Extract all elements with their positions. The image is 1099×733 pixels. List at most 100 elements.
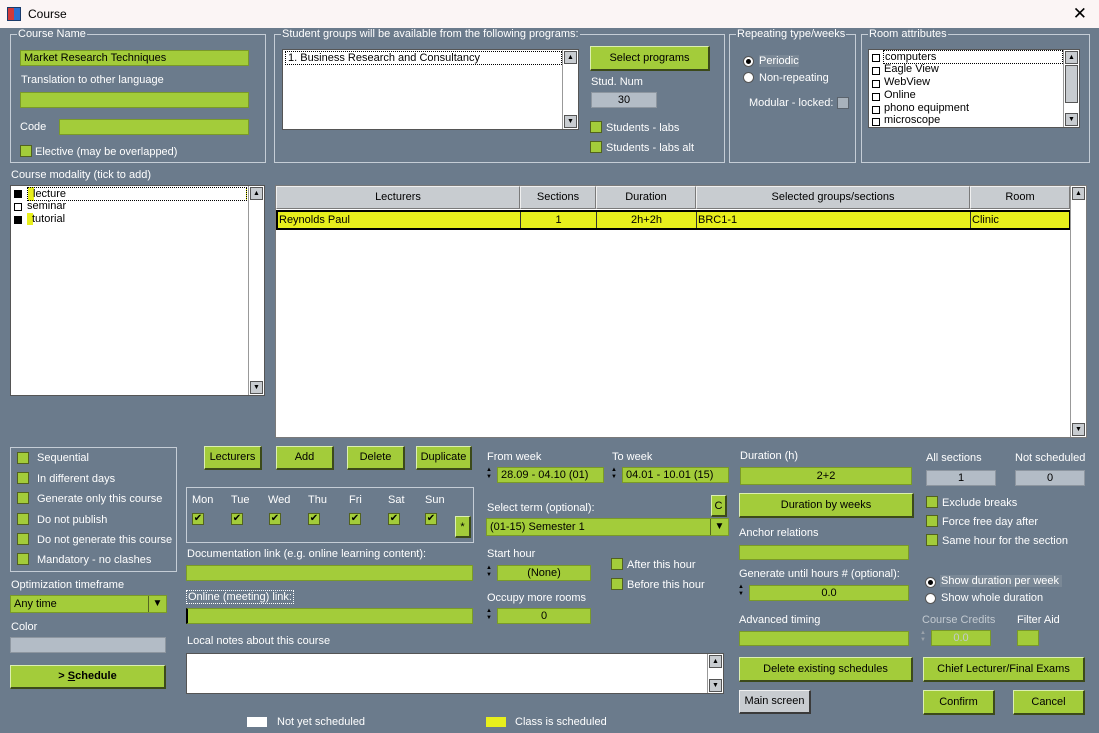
- lecturers-button[interactable]: Lecturers: [204, 446, 262, 470]
- students-labs-checkbox[interactable]: [590, 121, 602, 133]
- table-cell[interactable]: Reynolds Paul: [278, 212, 521, 228]
- lecturers-table[interactable]: Lecturers Sections Duration Selected gro…: [275, 185, 1087, 438]
- table-cell[interactable]: Clinic: [971, 212, 1069, 228]
- modular-checkbox[interactable]: [837, 97, 849, 109]
- code-input[interactable]: [59, 119, 249, 135]
- checkbox-icon[interactable]: [14, 203, 22, 211]
- checkbox-icon[interactable]: [14, 190, 22, 198]
- list-item[interactable]: Online: [884, 89, 916, 101]
- checkbox-icon[interactable]: [872, 67, 880, 75]
- elective-checkbox[interactable]: [20, 145, 32, 157]
- column-header[interactable]: Duration: [596, 186, 696, 209]
- students-labs-alt-checkbox[interactable]: [590, 141, 602, 153]
- occupy-rooms-input[interactable]: 0: [497, 608, 591, 624]
- optimization-select[interactable]: Any time ▼: [10, 595, 167, 613]
- checkbox-icon[interactable]: [872, 54, 880, 62]
- generate-until-input[interactable]: 0.0: [749, 585, 909, 601]
- to-week-spinner[interactable]: ▲ ▼: [611, 467, 619, 481]
- duplicate-button[interactable]: Duplicate: [416, 446, 472, 470]
- chief-lecturer-button[interactable]: Chief Lecturer/Final Exams: [923, 657, 1085, 682]
- do-not-publish-checkbox[interactable]: [17, 513, 29, 525]
- list-item[interactable]: Eagle View: [884, 63, 939, 75]
- list-item[interactable]: tutorial: [27, 213, 66, 225]
- checkbox-icon[interactable]: [872, 80, 880, 88]
- scroll-up-icon[interactable]: ▲: [1072, 187, 1085, 200]
- schedule-button[interactable]: > Schedule: [10, 665, 166, 689]
- day-checkbox[interactable]: ✔: [231, 513, 243, 525]
- checkbox-icon[interactable]: [872, 118, 880, 126]
- day-checkbox[interactable]: ✔: [192, 513, 204, 525]
- start-hour-input[interactable]: (None): [497, 565, 591, 581]
- exclude-breaks-checkbox[interactable]: [926, 496, 938, 508]
- term-c-button[interactable]: C: [711, 495, 727, 517]
- checkbox-icon[interactable]: [872, 93, 880, 101]
- all-days-button[interactable]: *: [455, 516, 471, 538]
- different-days-checkbox[interactable]: [17, 472, 29, 484]
- force-free-day-checkbox[interactable]: [926, 515, 938, 527]
- list-item[interactable]: microscope: [884, 114, 940, 126]
- table-cell[interactable]: 1: [521, 212, 597, 228]
- list-item[interactable]: seminar: [27, 200, 66, 212]
- scroll-up-icon[interactable]: ▲: [1065, 51, 1078, 64]
- table-cell[interactable]: 2h+2h: [597, 212, 697, 228]
- scroll-down-icon[interactable]: ▼: [709, 679, 722, 692]
- color-picker[interactable]: [10, 637, 166, 653]
- scroll-up-icon[interactable]: ▲: [250, 187, 263, 200]
- occupy-rooms-spinner[interactable]: ▲ ▼: [486, 608, 494, 622]
- scroll-down-icon[interactable]: ▼: [1065, 113, 1078, 126]
- day-checkbox[interactable]: ✔: [425, 513, 437, 525]
- day-checkbox[interactable]: ✔: [349, 513, 361, 525]
- notes-scrollbar[interactable]: ▲ ▼: [707, 654, 723, 693]
- duration-input[interactable]: 2+2: [740, 467, 912, 485]
- scroll-thumb[interactable]: [1065, 65, 1078, 103]
- stud-num-input[interactable]: 30: [591, 92, 657, 108]
- column-header[interactable]: Sections: [520, 186, 596, 209]
- checkbox-icon[interactable]: [14, 216, 22, 224]
- chevron-down-icon[interactable]: ▼: [710, 519, 728, 535]
- translation-input[interactable]: [20, 92, 249, 108]
- delete-button[interactable]: Delete: [347, 446, 405, 470]
- delete-schedules-button[interactable]: Delete existing schedules: [739, 657, 913, 682]
- cancel-button[interactable]: Cancel: [1013, 690, 1085, 715]
- start-hour-spinner[interactable]: ▲ ▼: [486, 565, 494, 579]
- mandatory-checkbox[interactable]: [17, 553, 29, 565]
- periodic-radio[interactable]: [743, 56, 754, 67]
- scroll-down-icon[interactable]: ▼: [250, 381, 263, 394]
- table-scrollbar[interactable]: ▲ ▼: [1070, 186, 1086, 437]
- list-item[interactable]: phono equipment: [884, 102, 969, 114]
- scroll-down-icon[interactable]: ▼: [1072, 423, 1085, 436]
- programs-list[interactable]: 1. Business Research and Consultancy ▲ ▼: [282, 49, 579, 130]
- before-hour-checkbox[interactable]: [611, 578, 623, 590]
- course-credits-input[interactable]: 0.0: [931, 630, 991, 646]
- show-whole-radio[interactable]: [925, 593, 936, 604]
- after-hour-checkbox[interactable]: [611, 558, 623, 570]
- anchor-input[interactable]: [739, 545, 909, 560]
- day-checkbox[interactable]: ✔: [308, 513, 320, 525]
- checkbox-icon[interactable]: [872, 106, 880, 114]
- list-item[interactable]: computers: [883, 50, 1063, 64]
- list-item[interactable]: lecture: [27, 187, 247, 201]
- same-hour-checkbox[interactable]: [926, 534, 938, 546]
- filter-aid-input[interactable]: [1017, 630, 1039, 646]
- day-checkbox[interactable]: ✔: [388, 513, 400, 525]
- generate-only-checkbox[interactable]: [17, 492, 29, 504]
- to-week-input[interactable]: 04.01 - 10.01 (15): [622, 467, 729, 483]
- column-header[interactable]: Room: [970, 186, 1070, 209]
- online-link-input[interactable]: [186, 608, 473, 624]
- modality-list[interactable]: lecture seminar tutorial ▲ ▼: [10, 185, 265, 396]
- generate-until-spinner[interactable]: ▲ ▼: [738, 584, 746, 598]
- list-item[interactable]: WebView: [884, 76, 930, 88]
- show-per-week-radio[interactable]: [925, 577, 936, 588]
- doc-link-input[interactable]: [186, 565, 473, 581]
- non-repeating-radio[interactable]: [743, 72, 754, 83]
- course-name-input[interactable]: Market Research Techniques: [20, 50, 249, 66]
- duration-by-weeks-button[interactable]: Duration by weeks: [739, 493, 914, 518]
- do-not-generate-checkbox[interactable]: [17, 533, 29, 545]
- scroll-down-icon[interactable]: ▼: [564, 115, 577, 128]
- list-item[interactable]: 1. Business Research and Consultancy: [285, 51, 562, 65]
- table-cell[interactable]: BRC1-1: [697, 212, 971, 228]
- scroll-up-icon[interactable]: ▲: [564, 51, 577, 64]
- add-button[interactable]: Add: [276, 446, 334, 470]
- main-screen-button[interactable]: Main screen: [739, 690, 811, 714]
- room-attributes-list[interactable]: computers Eagle View WebView Online phon…: [868, 49, 1080, 128]
